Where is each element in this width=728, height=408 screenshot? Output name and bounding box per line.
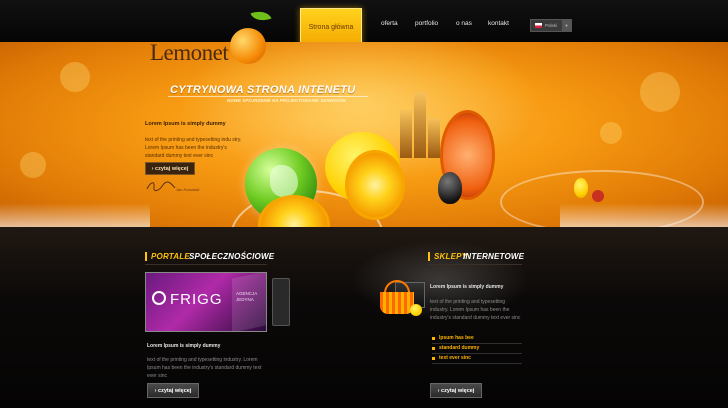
- hero-title: CYTRYNOWA STRONA INTENETU: [170, 84, 356, 96]
- social-read-more-button[interactable]: › czytaj więcej: [147, 383, 199, 398]
- frigg-tagline: AGENCJA JEDYNA: [236, 291, 258, 302]
- list-item[interactable]: text ever sinc: [432, 353, 522, 364]
- social-text: text of the printing and typesetting ind…: [147, 357, 262, 379]
- chevron-down-icon[interactable]: ▼: [562, 20, 571, 31]
- orange-slice-image: [345, 150, 405, 220]
- hero-subtitle: NOWE SPOJRZENIE NA PROJEKTOWANIE SERWISÓ…: [227, 98, 346, 103]
- shopping-basket-image: [380, 292, 414, 314]
- section-divider: [428, 264, 522, 265]
- nav-item-contact[interactable]: kontakt: [488, 20, 509, 27]
- signature-name: Jan Kowalski: [176, 187, 200, 192]
- section-divider: [145, 264, 267, 265]
- language-select[interactable]: Polski ▼: [530, 19, 572, 32]
- chart-bar-image: [414, 92, 426, 158]
- nav-item-offer[interactable]: oferta: [381, 20, 398, 27]
- language-label: Polski: [545, 23, 558, 28]
- site-logo[interactable]: Lemonet: [150, 40, 229, 66]
- pear-image: [574, 178, 588, 198]
- poland-flag-icon: [535, 23, 542, 28]
- globe-continent: [270, 165, 298, 197]
- social-heading: Lorem Ipsum is simply dummy: [147, 343, 221, 349]
- ice-cubes: [0, 203, 150, 227]
- bokeh-light: [60, 62, 90, 92]
- page: Strona główna oferta portfolio o nas kon…: [0, 0, 728, 408]
- shops-title-second: INTERNETOWE: [463, 252, 525, 261]
- list-item-label: Ipsum has bee: [439, 335, 474, 341]
- signature-icon: [146, 181, 176, 192]
- list-item-label: text ever sinc: [439, 355, 471, 361]
- hero-heading: Lorem Ipsum is simply dummy: [145, 121, 226, 127]
- phone-image: [272, 278, 290, 326]
- water-splash: [500, 170, 704, 234]
- frigg-logo-icon: [152, 291, 166, 305]
- social-title-first: PORTALE: [151, 252, 190, 261]
- frigg-portfolio-image[interactable]: FRIGG AGENCJA JEDYNA: [145, 272, 267, 332]
- frigg-brand-text: FRIGG: [170, 291, 223, 308]
- nav-item-about[interactable]: o nas: [456, 20, 472, 27]
- top-navigation-bar: [0, 0, 728, 42]
- apple-image: [592, 190, 604, 202]
- chart-bar-image: [400, 110, 412, 158]
- bokeh-light: [600, 122, 622, 144]
- hero-read-more-button[interactable]: › czytaj więcej: [145, 162, 195, 175]
- social-title-second: SPOŁECZNOŚCIOWE: [189, 252, 275, 261]
- bullet-icon: [432, 336, 435, 340]
- hero-divider: [168, 96, 368, 97]
- list-item-label: standard dummy: [439, 345, 480, 351]
- content-section: [0, 227, 728, 408]
- bokeh-light: [640, 72, 680, 112]
- section-title-marker: [145, 252, 147, 261]
- bokeh-light: [20, 152, 46, 178]
- orange-ball-image: [410, 304, 422, 316]
- section-title-marker: [428, 252, 430, 261]
- bullet-icon: [432, 356, 435, 360]
- chart-bar-image: [428, 118, 440, 158]
- nav-item-portfolio[interactable]: portfolio: [415, 20, 438, 27]
- shops-read-more-button[interactable]: › czytaj więcej: [430, 383, 482, 398]
- bullet-icon: [432, 346, 435, 350]
- shops-heading: Lorem Ipsum is simply dummy: [430, 284, 504, 290]
- computer-mouse-image: [438, 172, 462, 204]
- shops-text: text of the printing and typesetting ind…: [430, 299, 521, 321]
- hero-text: text of the printing and typesetting ind…: [145, 137, 242, 159]
- orange-logo-icon: [230, 28, 266, 64]
